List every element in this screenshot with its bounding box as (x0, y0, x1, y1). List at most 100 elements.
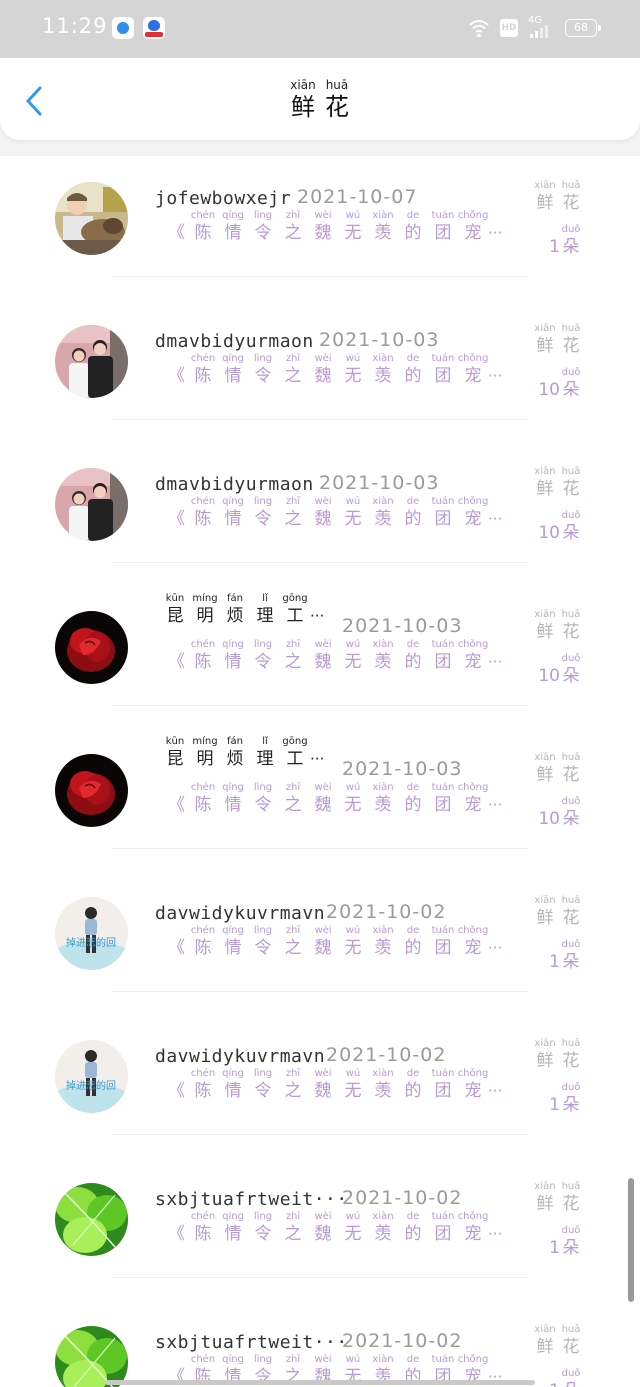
divider (112, 419, 528, 420)
ruby-char: lǐ 理 (256, 593, 274, 626)
gift-type-label: xiān 鲜 huā 花 (532, 1181, 584, 1215)
ruby-char: qíng 情 (222, 1211, 244, 1244)
ruby-char: chǒng 宠 (457, 1211, 489, 1244)
user-name: kūn 昆 míng 明 fán 烦 lǐ 理 gōng 工 ··· (160, 593, 325, 627)
divider (112, 562, 528, 563)
gift-type-label: xiān 鲜 huā 花 (532, 609, 584, 643)
gift-date: 2021-10-02 (326, 1044, 447, 1066)
ruby-char: qíng 情 (222, 639, 244, 672)
ruby-char: tuán 团 (431, 925, 455, 958)
gift-type-label: xiān 鲜 huā 花 (532, 180, 584, 214)
avatar[interactable] (55, 754, 128, 827)
ruby-char: huā 花 (561, 1181, 581, 1214)
ruby-char: lìng 令 (253, 782, 273, 815)
svg-text:掉进悲的回: 掉进悲的回 (66, 936, 116, 949)
ruby-char: gōng 工 (282, 736, 308, 769)
gift-count: 1duǒ朵 (549, 224, 581, 257)
ruby-char: wú 无 (344, 1211, 362, 1244)
gift-record-item[interactable]: kūn 昆 míng 明 fán 烦 lǐ 理 gōng 工 ··· 2021-10-03 xiān 鲜 h… (0, 585, 640, 728)
notification-baidu-icon (143, 17, 165, 39)
home-indicator[interactable] (105, 1380, 535, 1385)
ruby-char: kūn 昆 (165, 593, 185, 626)
gift-record-item[interactable]: jofewbowxejr 2021-10-07 xiān 鲜 huā 花《 chén 陈 qín… (0, 156, 640, 299)
ruby-char: xiàn 羡 (372, 353, 394, 386)
gift-description: 《 chén 陈 qíng 情 lìng 令 zhī 之 wèi 魏 wú 无 xiàn 羡 de 的 tuán 团… (168, 1068, 503, 1101)
signal-icon (530, 24, 552, 38)
ruby-char: de 的 (404, 925, 422, 958)
avatar[interactable] (55, 468, 128, 541)
avatar[interactable] (55, 1183, 128, 1256)
ruby-char: zhī 之 (284, 1211, 302, 1244)
ruby-char: xiān 鲜 (534, 1324, 556, 1357)
gift-count: 1duǒ朵 (549, 1225, 581, 1258)
ruby-char: zhī 之 (284, 639, 302, 672)
ruby-char: de 的 (404, 1211, 422, 1244)
ruby-char: chén 陈 (190, 782, 216, 815)
ruby-char: xiàn 羡 (372, 1068, 394, 1101)
avatar[interactable] (55, 1326, 128, 1387)
divider (112, 848, 528, 849)
ruby-char: xiān 鲜 (290, 78, 316, 121)
gift-record-item[interactable]: sxbjtuafrtweit··· 2021-10-02 xiān 鲜 huā 花《 ché… (0, 1300, 640, 1387)
gift-type-label: xiān 鲜 huā 花 (532, 1038, 584, 1072)
gift-record-item[interactable]: dmavbidyurmaon 2021-10-03 xiān 鲜 huā 花《 chén 陈 q… (0, 299, 640, 442)
ruby-char: chǒng 宠 (457, 353, 489, 386)
ruby-char: de 的 (404, 496, 422, 529)
ruby-char: huā 花 (561, 180, 581, 213)
gift-record-item[interactable]: 掉进悲的回 davwidykuvrmavn 2021-10-02 xiān 鲜 huā 花《… (0, 871, 640, 1014)
gift-description: 《 chén 陈 qíng 情 lìng 令 zhī 之 wèi 魏 wú 无 xiàn 羡 de 的 tuán 团… (168, 925, 503, 958)
avatar[interactable]: 掉进悲的回 (55, 1040, 128, 1113)
divider (112, 276, 528, 277)
ruby-char: wèi 魏 (314, 353, 332, 386)
ruby-char: lìng 令 (253, 925, 273, 958)
ruby-char: de 的 (404, 782, 422, 815)
ruby-char: qíng 情 (222, 353, 244, 386)
avatar[interactable]: 掉进悲的回 (55, 897, 128, 970)
avatar[interactable] (55, 182, 128, 255)
ruby-char: xiàn 羡 (372, 782, 394, 815)
gift-type-label: xiān 鲜 huā 花 (532, 752, 584, 786)
ruby-char: chén 陈 (190, 496, 216, 529)
scrollbar[interactable] (628, 1178, 634, 1302)
gift-type-label: xiān 鲜 huā 花 (532, 895, 584, 929)
ruby-char: zhī 之 (284, 496, 302, 529)
user-name: davwidykuvrmavn (155, 1046, 326, 1067)
gift-record-item[interactable]: 掉进悲的回 davwidykuvrmavn 2021-10-02 xiān 鲜 huā 花《… (0, 1014, 640, 1157)
ruby-char: wèi 魏 (314, 925, 332, 958)
ruby-char: xiān 鲜 (534, 180, 556, 213)
gift-record-item[interactable]: kūn 昆 míng 明 fán 烦 lǐ 理 gōng 工 ··· 2021-10-03 xiān 鲜 h… (0, 728, 640, 871)
ruby-char: wèi 魏 (314, 210, 332, 243)
divider (112, 1134, 528, 1135)
ruby-char: lǐ 理 (256, 736, 274, 769)
ruby-char: de 的 (404, 639, 422, 672)
page-title: xiān 鲜 huā 花 (0, 78, 640, 122)
ruby-char: chǒng 宠 (457, 925, 489, 958)
gift-record-item[interactable]: dmavbidyurmaon 2021-10-03 xiān 鲜 huā 花《 chén 陈 q… (0, 442, 640, 585)
ruby-char: tuán 团 (431, 1068, 455, 1101)
ruby-char: de 的 (404, 1068, 422, 1101)
ruby-char: chǒng 宠 (457, 782, 489, 815)
ruby-char: zhī 之 (284, 1068, 302, 1101)
ruby-char: xiàn 羡 (372, 639, 394, 672)
ruby-char: xiàn 羡 (372, 1211, 394, 1244)
battery-icon: 68 (565, 19, 601, 37)
avatar[interactable] (55, 611, 128, 684)
ruby-char: zhī 之 (284, 782, 302, 815)
ruby-char: huā 花 (561, 895, 581, 928)
gift-record-list[interactable]: jofewbowxejr 2021-10-07 xiān 鲜 huā 花《 chén 陈 qín… (0, 156, 640, 1387)
ruby-char: gōng 工 (282, 593, 308, 626)
ruby-char: xiān 鲜 (534, 609, 556, 642)
user-name: kūn 昆 míng 明 fán 烦 lǐ 理 gōng 工 ··· (160, 736, 325, 770)
ruby-char: qíng 情 (222, 782, 244, 815)
gift-count: 10 duǒ 朵 (538, 510, 581, 543)
ruby-char: qíng 情 (222, 925, 244, 958)
gift-record-item[interactable]: sxbjtuafrtweit··· 2021-10-02 xiān 鲜 huā 花《 ché… (0, 1157, 640, 1300)
gift-date: 2021-10-03 (342, 758, 463, 780)
gift-date: 2021-10-02 (342, 1330, 463, 1352)
gift-date: 2021-10-07 (297, 186, 418, 208)
svg-text:掉进悲的回: 掉进悲的回 (66, 1079, 116, 1092)
user-name: sxbjtuafrtweit··· (155, 1189, 348, 1210)
gift-count: 10 duǒ 朵 (538, 796, 581, 829)
hd-icon: HD (500, 19, 518, 37)
avatar[interactable] (55, 325, 128, 398)
